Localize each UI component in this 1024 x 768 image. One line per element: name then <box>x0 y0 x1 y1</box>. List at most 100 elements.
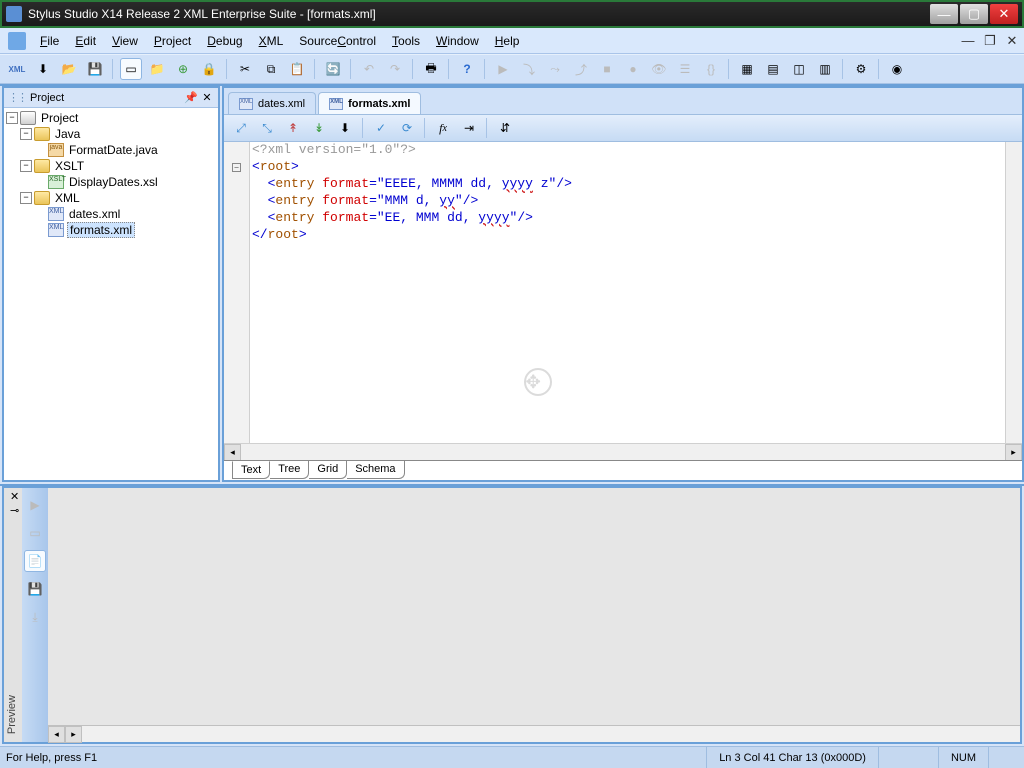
window-split-icon[interactable]: ◫ <box>788 58 810 80</box>
debug-callstack-icon[interactable]: ☰ <box>674 58 696 80</box>
window-list-icon[interactable]: ▥ <box>814 58 836 80</box>
minimize-button[interactable]: — <box>930 4 958 24</box>
mdi-close-button[interactable]: ✕ <box>1002 31 1022 51</box>
xml-node-down-icon[interactable]: ↡ <box>308 117 330 139</box>
tree-label[interactable]: Java <box>53 127 82 141</box>
menu-tools[interactable]: Tools <box>384 30 428 52</box>
scroll-right-icon[interactable]: ▸ <box>1005 444 1022 461</box>
app-menu-icon[interactable] <box>8 32 26 50</box>
tree-label[interactable]: formats.xml <box>67 222 135 238</box>
debug-step-out-icon[interactable]: ⤴ <box>570 58 592 80</box>
preview-text-icon[interactable]: 📄 <box>24 550 46 572</box>
xml-validate-icon[interactable]: ✓ <box>370 117 392 139</box>
close-button[interactable]: ✕ <box>990 4 1018 24</box>
xml-collapse-icon[interactable]: ⤡ <box>256 117 278 139</box>
tree-label[interactable]: dates.xml <box>67 207 122 221</box>
tree-toggle-icon[interactable]: − <box>20 128 32 140</box>
preview-export-icon[interactable]: ⤓ <box>24 606 46 628</box>
lock-icon[interactable]: 🔒 <box>198 58 220 80</box>
cut-icon[interactable]: ✂ <box>234 58 256 80</box>
pipeline-icon[interactable]: ◉ <box>886 58 908 80</box>
file-tab-dates-xml[interactable]: XMLdates.xml <box>228 92 316 114</box>
preview-pin-icon[interactable]: ⊸ <box>10 504 19 517</box>
add-folder-icon[interactable]: 📁 <box>146 58 168 80</box>
tree-item[interactable]: − XML <box>6 190 216 206</box>
tools-options-icon[interactable]: ⚙ <box>850 58 872 80</box>
panel-close-icon[interactable]: ✕ <box>200 91 214 105</box>
maximize-button[interactable]: ▢ <box>960 4 988 24</box>
file-tab-formats-xml[interactable]: XMLformats.xml <box>318 92 421 114</box>
debug-step-into-icon[interactable]: ⤵ <box>518 58 540 80</box>
paste-icon[interactable]: 📋 <box>286 58 308 80</box>
menu-xml[interactable]: XML <box>251 30 292 52</box>
debug-vars-icon[interactable]: {} <box>700 58 722 80</box>
undo-icon[interactable]: ↶ <box>358 58 380 80</box>
print-icon[interactable]: 🖶 <box>420 58 442 80</box>
menu-project[interactable]: Project <box>146 30 199 52</box>
fold-toggle-icon[interactable]: − <box>232 163 241 172</box>
preview-close-icon[interactable]: ✕ <box>10 490 19 503</box>
menu-file[interactable]: File <box>32 30 67 52</box>
tree-label[interactable]: Project <box>39 111 80 125</box>
open-file-icon[interactable]: 📂 <box>58 58 80 80</box>
refresh-icon[interactable]: 🔄 <box>322 58 344 80</box>
xml-move-down-icon[interactable]: ⬇ <box>334 117 356 139</box>
view-tab-text[interactable]: Text <box>232 461 270 479</box>
tree-item[interactable]: − Project <box>6 110 216 126</box>
menu-window[interactable]: Window <box>428 30 487 52</box>
debug-step-over-icon[interactable]: ⤳ <box>544 58 566 80</box>
debug-breakpoint-icon[interactable]: ● <box>622 58 644 80</box>
xml-node-up-icon[interactable]: ↟ <box>282 117 304 139</box>
xml-settings-icon[interactable]: ⇵ <box>494 117 516 139</box>
tree-toggle-icon[interactable]: − <box>20 160 32 172</box>
tree-item[interactable]: − Java <box>6 126 216 142</box>
menu-sourcecontrol[interactable]: SourceControl <box>291 30 384 52</box>
debug-watch-icon[interactable]: 👁 <box>648 58 670 80</box>
preview-scroll-right-icon[interactable]: ▸ <box>65 726 82 743</box>
view-tab-grid[interactable]: Grid <box>309 461 347 479</box>
tree-toggle-icon[interactable]: − <box>20 192 32 204</box>
xml-wellformed-icon[interactable]: ⟳ <box>396 117 418 139</box>
preview-save-icon[interactable]: 💾 <box>24 578 46 600</box>
tree-label[interactable]: FormatDate.java <box>67 143 160 157</box>
vertical-scrollbar[interactable] <box>1005 142 1022 443</box>
debug-stop-icon[interactable]: ■ <box>596 58 618 80</box>
window-cascade-icon[interactable]: ▤ <box>762 58 784 80</box>
tree-toggle-icon[interactable]: − <box>6 112 18 124</box>
tree-item[interactable]: XMLdates.xml <box>6 206 216 222</box>
mdi-minimize-button[interactable]: — <box>958 31 978 51</box>
redo-icon[interactable]: ↷ <box>384 58 406 80</box>
window-tile-icon[interactable]: ▦ <box>736 58 758 80</box>
debug-run-icon[interactable]: ▶ <box>492 58 514 80</box>
project-tree[interactable]: −Project−JavajavaFormatDate.java−XSLTXSL… <box>4 108 218 480</box>
tree-label[interactable]: XSLT <box>53 159 86 173</box>
help-icon[interactable]: ? <box>456 58 478 80</box>
preview-run-icon[interactable]: ▶ <box>24 494 46 516</box>
tree-item[interactable]: javaFormatDate.java <box>6 142 216 158</box>
preview-horizontal-scrollbar[interactable]: ◂ ▸ <box>48 725 1020 742</box>
tree-item[interactable]: XSLTDisplayDates.xsl <box>6 174 216 190</box>
xml-xpath-icon[interactable]: fx <box>432 117 454 139</box>
panel-pin-icon[interactable]: 📌 <box>184 91 198 105</box>
mdi-restore-button[interactable]: ❐ <box>980 31 1000 51</box>
tree-label[interactable]: XML <box>53 191 82 205</box>
view-tab-schema[interactable]: Schema <box>347 461 404 479</box>
horizontal-scrollbar[interactable]: ◂ ▸ <box>224 443 1022 460</box>
new-xml-icon[interactable]: XML <box>6 58 28 80</box>
view-tab-tree[interactable]: Tree <box>270 461 309 479</box>
tree-label[interactable]: DisplayDates.xsl <box>67 175 160 189</box>
tree-item[interactable]: XMLformats.xml <box>6 222 216 238</box>
xml-indent-icon[interactable]: ⇥ <box>458 117 480 139</box>
menu-edit[interactable]: Edit <box>67 30 104 52</box>
new-file-icon[interactable]: ⬇ <box>32 58 54 80</box>
preview-scroll-left-icon[interactable]: ◂ <box>48 726 65 743</box>
add-item-icon[interactable]: ⊕ <box>172 58 194 80</box>
project-view-icon[interactable]: ▭ <box>120 58 142 80</box>
preview-browser-icon[interactable]: ▭ <box>24 522 46 544</box>
copy-icon[interactable]: ⧉ <box>260 58 282 80</box>
tree-item[interactable]: − XSLT <box>6 158 216 174</box>
code-editor[interactable]: <?xml version="1.0"?><root> <entry forma… <box>250 142 1005 443</box>
menu-help[interactable]: Help <box>487 30 528 52</box>
xml-expand-icon[interactable]: ⤢ <box>230 117 252 139</box>
menu-view[interactable]: View <box>104 30 146 52</box>
